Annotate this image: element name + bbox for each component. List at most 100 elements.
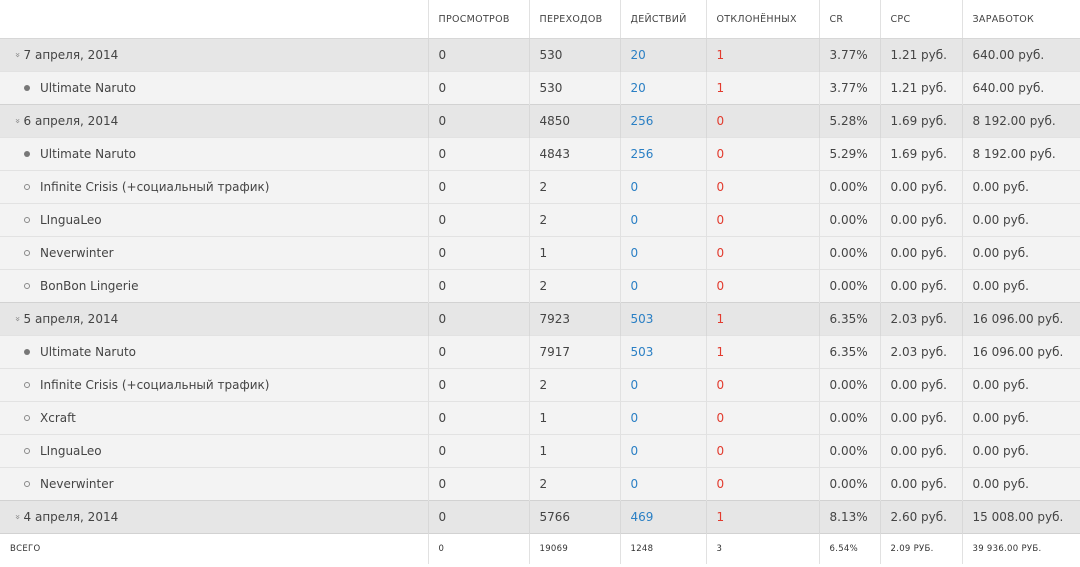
table-header-row: ПРОСМОТРОВ ПЕРЕХОДОВ ДЕЙСТВИЙ ОТКЛОНЁННЫ… [0, 0, 1080, 39]
views-cell: 0 [428, 500, 530, 534]
actions-cell[interactable]: 20 [620, 38, 707, 72]
header-actions[interactable]: ДЕЙСТВИЙ [620, 0, 707, 39]
rejected-cell: 0 [706, 269, 820, 303]
actions-cell[interactable]: 256 [620, 104, 707, 138]
header-cr[interactable]: CR [819, 0, 881, 39]
date-group-cell[interactable]: » 4 апреля, 2014 [0, 500, 429, 534]
filled-dot-icon [24, 349, 30, 355]
earnings-cell: 640.00 руб. [962, 38, 1080, 72]
rejected-cell: 1 [706, 71, 820, 105]
cr-cell: 0.00% [819, 269, 881, 303]
actions-cell[interactable]: 0 [620, 170, 707, 204]
rejected-cell: 1 [706, 500, 820, 534]
earnings-cell: 0.00 руб. [962, 368, 1080, 402]
date-group-row[interactable]: » 6 апреля, 2014 0 4850 256 0 5.28% 1.69 руб. 8 … [0, 104, 1080, 138]
date-group-row[interactable]: » 7 апреля, 2014 0 530 20 1 3.77% 1.21 руб. 640.… [0, 38, 1080, 72]
earnings-cell: 0.00 руб. [962, 269, 1080, 303]
actions-cell[interactable]: 503 [620, 335, 707, 369]
date-group-row[interactable]: » 4 апреля, 2014 0 5766 469 1 8.13% 2.60 руб. 15… [0, 500, 1080, 534]
rejected-cell: 0 [706, 170, 820, 204]
cr-cell: 0.00% [819, 401, 881, 435]
clicks-cell: 2 [529, 269, 621, 303]
campaign-name-cell: Neverwinter [0, 467, 429, 501]
total-rejected: 3 [706, 533, 820, 564]
earnings-cell: 0.00 руб. [962, 203, 1080, 237]
actions-cell[interactable]: 0 [620, 434, 707, 468]
cpc-cell: 0.00 руб. [880, 170, 963, 204]
actions-cell[interactable]: 0 [620, 236, 707, 270]
stats-table: ПРОСМОТРОВ ПЕРЕХОДОВ ДЕЙСТВИЙ ОТКЛОНЁННЫ… [0, 0, 1080, 564]
date-label: 6 апреля, 2014 [23, 114, 119, 128]
stats-table-container: ПРОСМОТРОВ ПЕРЕХОДОВ ДЕЙСТВИЙ ОТКЛОНЁННЫ… [0, 0, 1080, 567]
empty-dot-icon [24, 283, 30, 289]
clicks-cell: 5766 [529, 500, 621, 534]
table-body: » 7 апреля, 2014 0 530 20 1 3.77% 1.21 руб. 640.… [0, 38, 1080, 534]
campaign-row: LInguaLeo 0 1 0 0 0.00% 0.00 руб. 0.00 руб. [0, 434, 1080, 468]
header-clicks[interactable]: ПЕРЕХОДОВ [529, 0, 621, 39]
rejected-cell: 0 [706, 104, 820, 138]
filled-dot-icon [24, 151, 30, 157]
campaign-name: Xcraft [40, 411, 76, 425]
chevron-double-down-icon[interactable]: » [12, 514, 22, 520]
campaign-name-cell: BonBon Lingerie [0, 269, 429, 303]
empty-dot-icon [24, 184, 30, 190]
clicks-cell: 530 [529, 38, 621, 72]
cr-cell: 0.00% [819, 467, 881, 501]
cr-cell: 5.28% [819, 104, 881, 138]
date-group-cell[interactable]: » 5 апреля, 2014 [0, 302, 429, 336]
cpc-cell: 0.00 руб. [880, 236, 963, 270]
actions-cell[interactable]: 0 [620, 269, 707, 303]
earnings-cell: 0.00 руб. [962, 236, 1080, 270]
total-cr: 6.54% [819, 533, 881, 564]
campaign-name-cell: Infinite Crisis (+социальный трафик) [0, 170, 429, 204]
empty-dot-icon [24, 415, 30, 421]
actions-cell[interactable]: 0 [620, 401, 707, 435]
actions-cell[interactable]: 256 [620, 137, 707, 171]
clicks-cell: 2 [529, 170, 621, 204]
chevron-double-down-icon[interactable]: » [12, 52, 22, 58]
cr-cell: 3.77% [819, 38, 881, 72]
campaign-name: Ultimate Naruto [40, 345, 137, 359]
views-cell: 0 [428, 104, 530, 138]
views-cell: 0 [428, 71, 530, 105]
views-cell: 0 [428, 236, 530, 270]
cr-cell: 6.35% [819, 302, 881, 336]
empty-dot-icon [24, 382, 30, 388]
campaign-name: LInguaLeo [40, 213, 102, 227]
chevron-double-down-icon[interactable]: » [12, 316, 22, 322]
rejected-cell: 0 [706, 137, 820, 171]
cpc-cell: 0.00 руб. [880, 203, 963, 237]
cpc-cell: 0.00 руб. [880, 434, 963, 468]
rejected-cell: 1 [706, 335, 820, 369]
actions-cell[interactable]: 0 [620, 467, 707, 501]
actions-cell[interactable]: 0 [620, 203, 707, 237]
total-actions: 1248 [620, 533, 707, 564]
actions-cell[interactable]: 503 [620, 302, 707, 336]
cpc-cell: 2.03 руб. [880, 302, 963, 336]
chevron-double-down-icon[interactable]: » [12, 118, 22, 124]
header-rejected[interactable]: ОТКЛОНЁННЫХ [706, 0, 820, 39]
header-cpc[interactable]: CPC [880, 0, 963, 39]
views-cell: 0 [428, 203, 530, 237]
date-group-row[interactable]: » 5 апреля, 2014 0 7923 503 1 6.35% 2.03 руб. 16… [0, 302, 1080, 336]
actions-cell[interactable]: 469 [620, 500, 707, 534]
actions-cell[interactable]: 0 [620, 368, 707, 402]
clicks-cell: 1 [529, 236, 621, 270]
total-cpc: 2.09 РУБ. [880, 533, 963, 564]
cpc-cell: 0.00 руб. [880, 401, 963, 435]
clicks-cell: 1 [529, 434, 621, 468]
header-earnings[interactable]: ЗАРАБОТОК [962, 0, 1080, 39]
actions-cell[interactable]: 20 [620, 71, 707, 105]
earnings-cell: 16 096.00 руб. [962, 302, 1080, 336]
views-cell: 0 [428, 269, 530, 303]
date-group-cell[interactable]: » 6 апреля, 2014 [0, 104, 429, 138]
campaign-name-cell: Infinite Crisis (+социальный трафик) [0, 368, 429, 402]
total-row: ВСЕГО 0 19069 1248 3 6.54% 2.09 РУБ. 39 … [0, 533, 1080, 564]
campaign-name-cell: Ultimate Naruto [0, 71, 429, 105]
date-group-cell[interactable]: » 7 апреля, 2014 [0, 38, 429, 72]
campaign-name-cell: LInguaLeo [0, 434, 429, 468]
header-views[interactable]: ПРОСМОТРОВ [428, 0, 530, 39]
earnings-cell: 0.00 руб. [962, 467, 1080, 501]
rejected-cell: 0 [706, 401, 820, 435]
cpc-cell: 2.03 руб. [880, 335, 963, 369]
